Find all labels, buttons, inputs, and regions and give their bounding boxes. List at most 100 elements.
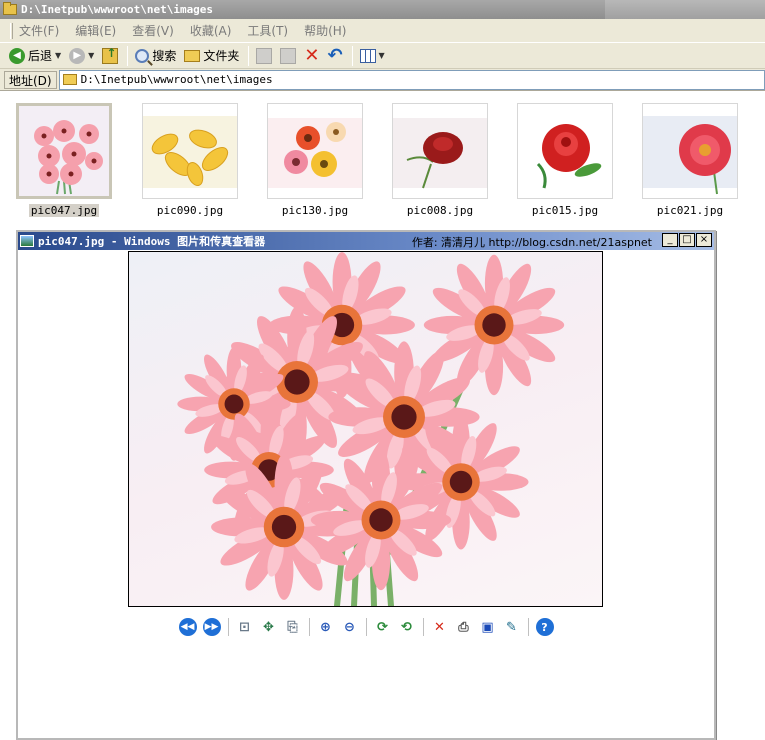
red-gerbera-thumb [643, 104, 737, 198]
thumbnail-item[interactable]: pic047.jpg [16, 103, 112, 217]
up-folder-button[interactable] [99, 45, 121, 67]
toolbar-separator [365, 618, 367, 636]
toolbar-separator [527, 618, 529, 636]
red-rose-thumb [393, 104, 487, 198]
thumbnail-item[interactable]: pic090.jpg [142, 103, 238, 217]
thumbnail-image[interactable] [642, 103, 738, 199]
save-icon[interactable]: ▣ [479, 618, 497, 636]
minimize-button[interactable]: _ [662, 233, 678, 247]
delete-icon[interactable]: ✕ [431, 618, 449, 636]
thumbnail-caption: pic008.jpg [406, 204, 474, 217]
undo-button[interactable]: ↶ [324, 45, 345, 67]
address-label: 地址(D) [4, 70, 57, 89]
zoom-in-icon[interactable]: ⊕ [317, 618, 335, 636]
delete-button[interactable]: ✕ [301, 45, 322, 67]
picture-viewer-icon [20, 235, 34, 247]
rotate-clockwise-icon[interactable]: ⟳ [374, 618, 392, 636]
back-button[interactable]: ◀ 后退 ▼ [6, 45, 64, 67]
forward-button[interactable]: ▶ ▼ [66, 45, 97, 67]
chevron-down-icon[interactable]: ▼ [379, 51, 385, 60]
toolbar-separator [308, 618, 310, 636]
window-controls: _ □ × [661, 233, 712, 247]
back-arrow-icon: ◀ [9, 47, 25, 64]
window-title-bar: D:\Inetpub\wwwroot\net\images [0, 0, 765, 19]
back-label: 后退 [28, 49, 53, 63]
menu-help[interactable]: 帮助(H) [304, 22, 346, 39]
red-rose-thumb [518, 104, 612, 198]
menu-bar: 文件(F) 编辑(E) 查看(V) 收藏(A) 工具(T) 帮助(H) [0, 19, 765, 43]
folder-icon [3, 2, 17, 15]
window-title: D:\Inetpub\wwwroot\net\images [21, 3, 214, 16]
search-button[interactable]: 搜索 [132, 45, 179, 67]
move-to-icon [256, 47, 273, 64]
menu-file[interactable]: 文件(F) [19, 22, 59, 39]
best-fit-icon[interactable]: ⊡ [236, 618, 254, 636]
folder-icon [62, 74, 77, 85]
thumbnail-item[interactable]: pic015.jpg [517, 103, 613, 217]
thumbnail-image[interactable] [267, 103, 363, 199]
thumbnail-item[interactable]: pic008.jpg [392, 103, 488, 217]
folders-button[interactable]: 文件夹 [181, 45, 242, 67]
chevron-down-icon[interactable]: ▼ [55, 51, 61, 60]
pink-gerbera-bouquet [177, 252, 565, 606]
copy-to-icon [280, 47, 297, 64]
slideshow-icon[interactable]: ⎘ [284, 618, 302, 636]
thumbnail-caption: pic047.jpg [28, 204, 100, 217]
thumbnail-caption: pic090.jpg [156, 204, 224, 217]
folders-label: 文件夹 [203, 49, 240, 63]
copy-to-button[interactable] [277, 45, 299, 67]
viewer-author-note: 作者: 清清月儿 http://blog.csdn.net/21aspnet [411, 236, 652, 249]
menu-tools[interactable]: 工具(T) [247, 22, 288, 39]
actual-size-icon[interactable]: ✥ [260, 618, 278, 636]
views-button[interactable]: ▼ [357, 45, 388, 67]
address-field[interactable]: D:\Inetpub\wwwroot\net\images [58, 69, 765, 90]
move-to-button[interactable] [253, 45, 275, 67]
folder-icon [184, 49, 201, 62]
viewer-title: pic047.jpg - Windows 图片和传真查看器 [38, 235, 266, 248]
toolbar-separator [422, 618, 424, 636]
pink-gerbera-thumb [19, 106, 109, 196]
address-bar: 地址(D) D:\Inetpub\wwwroot\net\images [0, 69, 765, 91]
rotate-counterclockwise-icon[interactable]: ⟲ [398, 618, 416, 636]
image-viewer-window: pic047.jpg - Windows 图片和传真查看器 作者: 清清月儿 h… [16, 230, 716, 740]
thumbnail-caption: pic021.jpg [656, 204, 724, 217]
delete-x-icon: ✕ [304, 44, 320, 66]
thumbnail-image[interactable] [392, 103, 488, 199]
viewer-title-bar[interactable]: pic047.jpg - Windows 图片和传真查看器 作者: 清清月儿 h… [18, 232, 714, 250]
maximize-button[interactable]: □ [679, 233, 695, 247]
thumbnail-item[interactable]: pic130.jpg [267, 103, 363, 217]
thumbnail-image[interactable] [142, 103, 238, 199]
thumbnail-caption: pic015.jpg [531, 204, 599, 217]
next-image-icon[interactable]: ▶▶ [202, 618, 221, 636]
zoom-out-icon[interactable]: ⊖ [341, 618, 359, 636]
thumbnail-item[interactable]: pic021.jpg [642, 103, 738, 217]
forward-arrow-icon: ▶ [69, 47, 86, 64]
menu-edit[interactable]: 编辑(E) [75, 22, 116, 39]
print-icon[interactable]: ⎙ [455, 618, 473, 636]
edit-icon[interactable]: ✎ [503, 618, 521, 636]
search-icon [135, 48, 150, 63]
displayed-image [128, 251, 603, 607]
mixed-gerbera-thumb [268, 104, 362, 198]
search-label: 搜索 [152, 49, 177, 63]
toolbar: ◀ 后退 ▼ ▶ ▼ 搜索 文件夹 ✕ ↶ ▼ [0, 43, 765, 69]
toolbar-separator [351, 45, 353, 66]
thumbnail-image[interactable] [16, 103, 112, 199]
menu-grip [10, 22, 13, 39]
menu-view[interactable]: 查看(V) [132, 22, 174, 39]
undo-icon: ↶ [327, 44, 343, 66]
help-icon[interactable]: ? [535, 618, 554, 636]
toolbar-separator [248, 45, 250, 66]
previous-image-icon[interactable]: ◀◀ [178, 618, 197, 636]
toolbar-separator [127, 45, 129, 66]
thumbnail-caption: pic130.jpg [281, 204, 349, 217]
viewer-toolbar: ◀◀ ▶▶ ⊡ ✥ ⎘ ⊕ ⊖ ⟳ ⟲ ✕ ⎙ ▣ ✎ ? [18, 616, 714, 638]
title-bar-fade [605, 0, 765, 19]
chevron-down-icon[interactable]: ▼ [88, 51, 94, 60]
address-value[interactable]: D:\Inetpub\wwwroot\net\images [81, 73, 273, 86]
views-icon [359, 48, 376, 63]
file-view: pic047.jpg pic090.jpg pic130.jpg pic008.… [0, 92, 765, 740]
close-button[interactable]: × [696, 233, 712, 247]
menu-favorites[interactable]: 收藏(A) [190, 22, 232, 39]
thumbnail-image[interactable] [517, 103, 613, 199]
